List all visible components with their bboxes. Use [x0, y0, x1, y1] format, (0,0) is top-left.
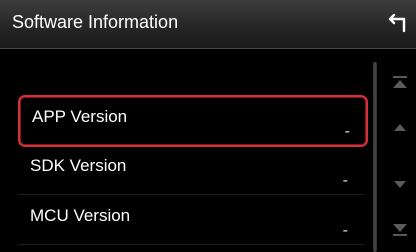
- list-item-value: -: [342, 172, 348, 189]
- scrollbar-track[interactable]: [373, 62, 377, 252]
- scroll-up-button[interactable]: [388, 118, 412, 136]
- list-item-label: APP Version: [32, 107, 128, 126]
- scroll-down-button[interactable]: [388, 176, 412, 194]
- list-item-value: -: [344, 123, 350, 140]
- list-item-app-version[interactable]: APP Version -: [18, 95, 368, 147]
- page-title: Software Information: [12, 12, 179, 32]
- list-item-label: SDK Version: [30, 156, 127, 175]
- scroll-to-top-button[interactable]: [388, 74, 412, 92]
- back-button[interactable]: [386, 12, 410, 36]
- scroll-up-icon: [394, 124, 406, 131]
- list-item-value: -: [342, 222, 348, 239]
- scroll-down-icon: [394, 181, 406, 188]
- list-item-sdk-version[interactable]: SDK Version -: [18, 146, 364, 195]
- header-bar: Software Information: [0, 0, 416, 49]
- settings-list: APP Version - SDK Version - MCU Version …: [0, 49, 372, 252]
- back-arrow-icon: [388, 13, 406, 33]
- list-item-mcu-version[interactable]: MCU Version -: [18, 196, 364, 245]
- scroll-to-bottom-button[interactable]: [388, 220, 412, 238]
- list-item-empty: [18, 49, 364, 98]
- scroll-to-bottom-icon: [393, 224, 407, 236]
- list-item-label: MCU Version: [30, 206, 131, 225]
- scroll-to-top-icon: [393, 76, 407, 88]
